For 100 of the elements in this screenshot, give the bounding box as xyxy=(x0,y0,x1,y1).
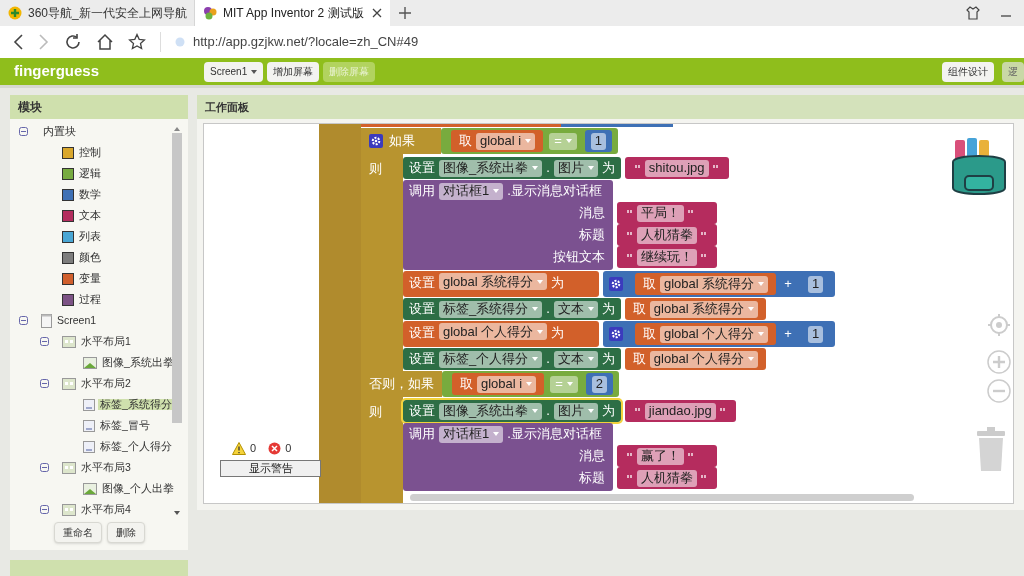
view-tab[interactable]: 逻 xyxy=(1002,61,1024,82)
block-dropdown[interactable]: global 系统得分 xyxy=(649,300,759,318)
home-icon[interactable] xyxy=(96,33,114,51)
tree-item[interactable]: Screen1 xyxy=(55,315,99,326)
tree-item[interactable]: 列表 xyxy=(77,231,103,242)
block-dropdown[interactable]: 标签_系统得分 xyxy=(439,300,543,318)
block-dropdown[interactable]: 对话框1 xyxy=(439,425,504,443)
text-block[interactable]: jiandao.jpg xyxy=(624,400,736,422)
set-variable-block[interactable]: 设置 global 个人得分 为 xyxy=(403,321,599,347)
tree-item[interactable]: 图像_系统出拳 xyxy=(100,357,176,368)
panel-button[interactable]: 删除 xyxy=(106,522,145,543)
tree-item[interactable]: 内置块 xyxy=(41,126,78,137)
collapse-icon[interactable] xyxy=(40,337,49,346)
block-dropdown[interactable]: 图片 xyxy=(553,159,598,177)
text-block[interactable]: 人机猜拳 xyxy=(617,224,717,246)
scrollbar[interactable] xyxy=(172,127,182,515)
block-dropdown[interactable]: global 系统得分 xyxy=(439,273,548,290)
collapse-icon[interactable] xyxy=(40,379,49,388)
toolbar-button[interactable]: 增加屏幕 xyxy=(267,61,320,82)
block-dropdown[interactable]: 文本 xyxy=(553,300,598,318)
tree-item[interactable]: 图像_个人出拳 xyxy=(100,483,176,494)
block-dropdown[interactable]: global i xyxy=(476,132,536,150)
block-dropdown[interactable]: 图像_系统出拳 xyxy=(439,402,543,420)
star-icon[interactable] xyxy=(128,33,146,51)
number-value[interactable]: 2 xyxy=(591,375,608,393)
get-variable-block[interactable]: 取 global 个人得分 xyxy=(624,348,767,370)
set-property-block[interactable]: 设置 图像_系统出拳 . 图片 为 xyxy=(403,157,621,179)
text-value[interactable]: 人机猜拳 xyxy=(637,469,697,487)
tree-item[interactable]: 颜色 xyxy=(77,252,103,263)
block-dropdown[interactable]: global 系统得分 xyxy=(660,275,769,293)
procedure-call-block[interactable]: 调用 对话框1 .显示消息对话框 消息 标题 按钮文本 xyxy=(403,180,613,270)
text-value[interactable]: 平局！ xyxy=(637,204,684,222)
logic-compare-block[interactable]: 取 global i = 1 xyxy=(441,128,619,154)
collapse-icon[interactable] xyxy=(40,463,49,472)
tree-item[interactable]: 逻辑 xyxy=(77,168,103,179)
text-block[interactable]: 继续玩！ xyxy=(617,246,717,268)
get-variable-block[interactable]: 取 global i xyxy=(451,130,544,152)
back-icon[interactable] xyxy=(12,34,24,50)
text-value[interactable]: 人机猜拳 xyxy=(637,226,697,244)
block-dropdown[interactable]: global 个人得分 xyxy=(649,350,759,368)
number-value[interactable]: 1 xyxy=(590,132,607,150)
text-block[interactable]: shitou.jpg xyxy=(624,157,729,179)
tree-item[interactable]: 标签_系统得分 xyxy=(98,399,174,410)
number-block[interactable]: 1 xyxy=(584,130,613,152)
get-variable-block[interactable]: 取 global 系统得分 xyxy=(635,273,777,295)
block-dropdown[interactable]: global i xyxy=(477,375,537,393)
browser-tab[interactable]: MIT App Inventor 2 测试版 xyxy=(195,0,390,26)
text-value[interactable]: jiandao.jpg xyxy=(644,402,716,420)
procedure-call-block[interactable]: 调用 对话框1 .显示消息对话框 消息 标题 xyxy=(403,423,613,491)
block-dropdown[interactable]: 对话框1 xyxy=(439,182,504,200)
logic-compare-block[interactable]: 取 global i = 2 xyxy=(442,371,620,397)
text-block[interactable]: 人机猜拳 xyxy=(617,467,717,489)
address-field[interactable]: http://app.gzjkw.net/?locale=zh_CN#49 xyxy=(175,32,419,52)
math-add-block[interactable]: 取 global 系统得分 + 1 xyxy=(603,271,836,297)
tree-item[interactable]: 水平布局4 xyxy=(79,504,133,515)
get-variable-block[interactable]: 取 global i xyxy=(452,373,545,395)
collapse-icon[interactable] xyxy=(19,316,28,325)
collapse-icon[interactable] xyxy=(40,505,49,514)
tree-item[interactable]: 标签_冒号 xyxy=(98,420,152,431)
block-dropdown[interactable]: 图像_系统出拳 xyxy=(439,159,543,177)
tree-item[interactable]: 水平布局2 xyxy=(79,378,133,389)
tree-item[interactable]: 标签_个人得分 xyxy=(98,441,174,452)
text-value[interactable]: 继续玩！ xyxy=(637,248,697,266)
collapse-icon[interactable] xyxy=(19,127,28,136)
set-property-block[interactable]: 设置 图像_系统出拳 . 图片 为 xyxy=(403,400,621,422)
panel-button[interactable]: 重命名 xyxy=(53,522,102,543)
reload-icon[interactable] xyxy=(64,33,82,51)
new-tab-icon[interactable] xyxy=(398,6,412,20)
block-workspace[interactable] xyxy=(203,123,1014,504)
tree-item[interactable]: 文本 xyxy=(77,210,103,221)
gear-icon[interactable] xyxy=(369,134,383,148)
number-value[interactable]: 1 xyxy=(807,275,824,293)
tree-item[interactable]: 过程 xyxy=(77,294,103,305)
block-dropdown[interactable]: 文本 xyxy=(553,350,598,368)
tree-item[interactable]: 水平布局3 xyxy=(79,462,133,473)
block-dropdown[interactable]: global 个人得分 xyxy=(439,323,548,340)
block-dropdown[interactable]: 标签_个人得分 xyxy=(439,350,543,368)
tree-item[interactable]: 水平布局1 xyxy=(79,336,133,347)
set-property-block[interactable]: 设置 标签_系统得分 . 文本 为 xyxy=(403,298,621,320)
number-value[interactable]: 1 xyxy=(807,325,824,343)
block-dropdown[interactable]: global 个人得分 xyxy=(660,325,769,343)
tree-item[interactable]: 变量 xyxy=(77,273,103,284)
set-property-block[interactable]: 设置 标签_个人得分 . 文本 为 xyxy=(403,348,621,370)
text-value[interactable]: 赢了！ xyxy=(637,447,684,465)
gear-icon[interactable] xyxy=(609,327,623,341)
math-add-block[interactable]: 取 global 个人得分 + 1 xyxy=(603,321,836,347)
tree-item[interactable]: 控制 xyxy=(77,147,103,158)
screen-dropdown[interactable]: Screen1 xyxy=(204,61,264,82)
view-tab[interactable]: 组件设计 xyxy=(942,61,994,82)
number-block[interactable]: 2 xyxy=(585,373,614,395)
show-warnings-button[interactable]: 显示警告 xyxy=(220,459,321,477)
text-block[interactable]: 平局！ xyxy=(617,202,717,224)
text-block[interactable]: 赢了！ xyxy=(617,445,717,467)
gear-icon[interactable] xyxy=(609,277,623,291)
tree-item[interactable]: 数学 xyxy=(77,189,103,200)
block-dropdown[interactable]: 图片 xyxy=(553,402,598,420)
shirt-icon[interactable] xyxy=(966,6,980,20)
get-variable-block[interactable]: 取 global 系统得分 xyxy=(624,298,767,320)
get-variable-block[interactable]: 取 global 个人得分 xyxy=(635,323,777,345)
text-value[interactable]: shitou.jpg xyxy=(644,159,709,177)
